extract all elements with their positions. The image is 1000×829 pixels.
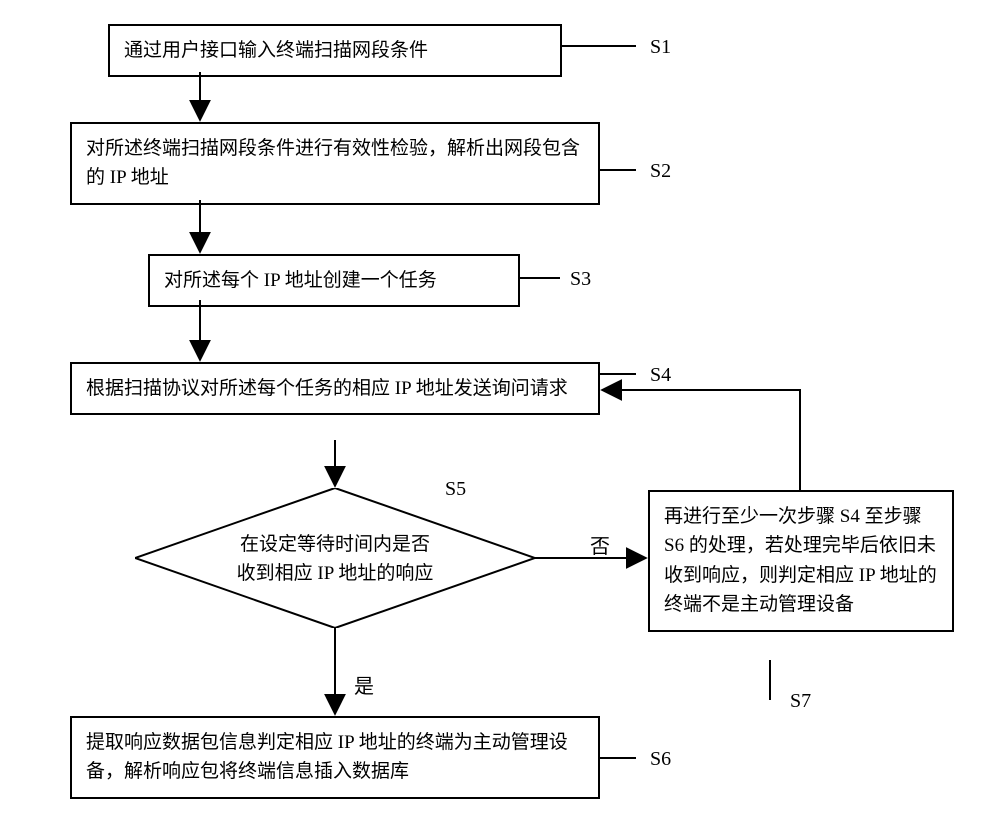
connectors [0, 0, 1000, 829]
